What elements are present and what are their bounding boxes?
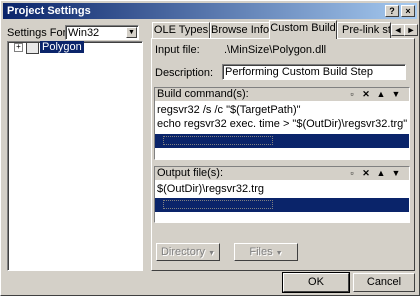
new-icon[interactable]: ▫ — [347, 90, 357, 99]
build-commands-label: Build command(s): — [157, 88, 249, 100]
list-item[interactable]: regsvr32 /s /c "$(TargetPath)" — [157, 104, 407, 117]
chevron-down-icon[interactable]: ▼ — [126, 27, 137, 38]
cancel-button-label: Cancel — [366, 276, 402, 288]
tree-item-polygon[interactable]: Polygon — [40, 41, 84, 53]
move-up-icon[interactable]: ▲ — [376, 169, 386, 178]
input-file-value: .\MinSize\Polygon.dll — [224, 44, 327, 56]
tab-ole-types[interactable]: OLE Types — [152, 22, 210, 38]
window-title: Project Settings — [7, 5, 91, 17]
build-commands-header: Build command(s): ▫ ✕ ▲ ▼ — [155, 88, 409, 102]
delete-icon[interactable]: ✕ — [361, 169, 371, 178]
new-entry-row[interactable] — [155, 198, 409, 212]
title-bar: Project Settings — [3, 3, 417, 19]
tab-label: Pre-link step — [342, 24, 391, 36]
description-label: Description: — [155, 67, 214, 79]
list-item[interactable]: $(OutDir)\regsvr32.trg — [157, 183, 407, 196]
new-icon[interactable]: ▫ — [347, 169, 357, 178]
list-item[interactable]: echo regsvr32 exec. time > "$(OutDir)\re… — [157, 118, 407, 131]
settings-for-label: Settings For: — [7, 27, 70, 39]
output-files-group: Output file(s): ▫ ✕ ▲ ▼ $(OutDir)\regsvr… — [154, 166, 410, 223]
close-icon: × — [405, 6, 411, 16]
move-down-icon[interactable]: ▼ — [391, 90, 401, 99]
description-field[interactable]: Performing Custom Build Step — [222, 64, 406, 80]
build-commands-group: Build command(s): ▫ ✕ ▲ ▼ regsvr32 /s /c… — [154, 87, 410, 160]
ok-button-label: OK — [308, 276, 324, 288]
files-button[interactable]: Files ▼ — [234, 243, 298, 261]
tab-browse-info[interactable]: Browse Info — [210, 22, 270, 38]
new-entry-box[interactable] — [163, 200, 273, 209]
arrow-left-icon: ◄ — [393, 25, 403, 35]
new-entry-box[interactable] — [163, 136, 273, 145]
tab-scroll-left-button[interactable]: ◄ — [391, 24, 405, 36]
project-icon — [26, 42, 39, 54]
close-button[interactable]: × — [401, 5, 415, 17]
tab-custom-build[interactable]: Custom Build — [269, 20, 337, 39]
files-button-label: Files — [249, 246, 273, 258]
output-files-list[interactable]: $(OutDir)\regsvr32.trg — [155, 180, 409, 222]
tab-label: Custom Build — [270, 22, 336, 34]
tab-scroll-right-button[interactable]: ► — [404, 24, 418, 36]
arrow-right-icon: ► — [406, 25, 416, 35]
project-tree[interactable]: + Polygon — [7, 41, 143, 271]
config-select[interactable]: Win32 MinSize ▼ — [65, 25, 139, 52]
output-files-label: Output file(s): — [157, 167, 224, 179]
delete-icon[interactable]: ✕ — [361, 90, 371, 99]
build-commands-list[interactable]: regsvr32 /s /c "$(TargetPath)" echo regs… — [155, 101, 409, 159]
chevron-down-icon: ▼ — [208, 250, 215, 257]
help-button[interactable]: ? — [385, 5, 399, 17]
tree-expand-icon[interactable]: + — [14, 43, 23, 52]
directory-button-label: Directory — [160, 246, 205, 258]
tab-label: OLE Types — [153, 24, 209, 36]
help-icon: ? — [389, 6, 395, 16]
tab-label: Browse Info — [211, 24, 270, 36]
output-files-header: Output file(s): ▫ ✕ ▲ ▼ — [155, 167, 409, 181]
cancel-button[interactable]: Cancel — [353, 273, 415, 292]
new-entry-row[interactable] — [155, 134, 409, 148]
project-settings-window: Project Settings ? × Settings For: Win32… — [0, 0, 420, 296]
input-file-label: Input file: — [155, 44, 200, 56]
tab-pre-link-step[interactable]: Pre-link step — [337, 22, 391, 38]
description-value: Performing Custom Build Step — [225, 66, 373, 78]
chevron-down-icon: ▼ — [275, 250, 283, 257]
custom-build-panel: Input file: .\MinSize\Polygon.dll Descri… — [151, 38, 415, 271]
ok-button[interactable]: OK — [282, 272, 350, 293]
move-up-icon[interactable]: ▲ — [376, 90, 386, 99]
move-down-icon[interactable]: ▼ — [391, 169, 401, 178]
directory-button[interactable]: Directory ▼ — [156, 243, 220, 261]
